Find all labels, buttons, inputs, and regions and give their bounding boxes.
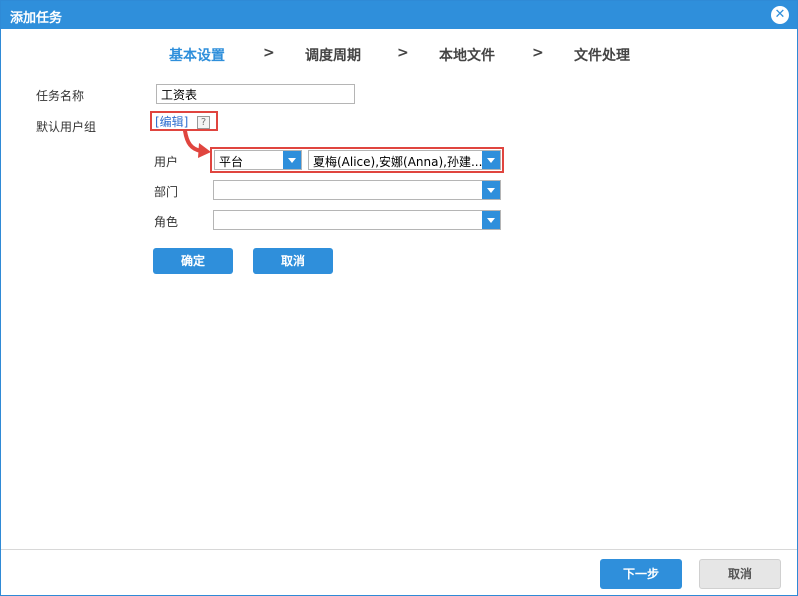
chevron-down-icon[interactable]: [482, 211, 500, 229]
wizard-steps: 基本设置 > 调度周期 > 本地文件 > 文件处理: [1, 45, 797, 67]
step-basic-settings[interactable]: 基本设置: [169, 45, 225, 65]
step-separator: >: [397, 45, 409, 61]
user-source-value: 平台: [219, 155, 244, 169]
step-schedule[interactable]: 调度周期: [305, 45, 361, 65]
step-local-files[interactable]: 本地文件: [439, 45, 495, 65]
task-name-input[interactable]: [156, 84, 355, 104]
close-icon[interactable]: ✕: [771, 6, 789, 24]
task-name-label: 任务名称: [36, 89, 85, 103]
help-icon[interactable]: ?: [197, 116, 210, 129]
add-task-dialog: 添加任务 ✕ 基本设置 > 调度周期 > 本地文件 > 文件处理 任务名称 默认…: [0, 0, 798, 596]
chevron-down-icon[interactable]: [482, 181, 500, 199]
role-label: 角色: [154, 215, 179, 229]
cancel-button[interactable]: 取消: [699, 559, 781, 589]
confirm-button[interactable]: 确定: [153, 248, 233, 274]
step-file-processing[interactable]: 文件处理: [574, 45, 630, 65]
step-separator: >: [263, 45, 275, 61]
user-source-select[interactable]: 平台: [214, 150, 302, 170]
department-select[interactable]: [213, 180, 501, 200]
default-user-group-label: 默认用户组: [36, 120, 97, 134]
chevron-down-icon[interactable]: [482, 151, 500, 169]
user-value: 夏梅(Alice),安娜(Anna),孙建...: [313, 155, 483, 169]
chevron-down-icon[interactable]: [283, 151, 301, 169]
next-step-button[interactable]: 下一步: [600, 559, 682, 589]
department-label: 部门: [154, 185, 179, 199]
user-label: 用户: [154, 155, 179, 169]
role-select[interactable]: [213, 210, 501, 230]
cancel-group-button[interactable]: 取消: [253, 248, 333, 274]
step-separator: >: [532, 45, 544, 61]
dialog-title: 添加任务: [10, 11, 63, 26]
edit-link[interactable]: [编辑]: [155, 113, 188, 130]
dialog-titlebar: 添加任务 ✕: [1, 1, 797, 29]
user-select[interactable]: 夏梅(Alice),安娜(Anna),孙建...: [308, 150, 501, 170]
footer-divider: [1, 549, 797, 550]
